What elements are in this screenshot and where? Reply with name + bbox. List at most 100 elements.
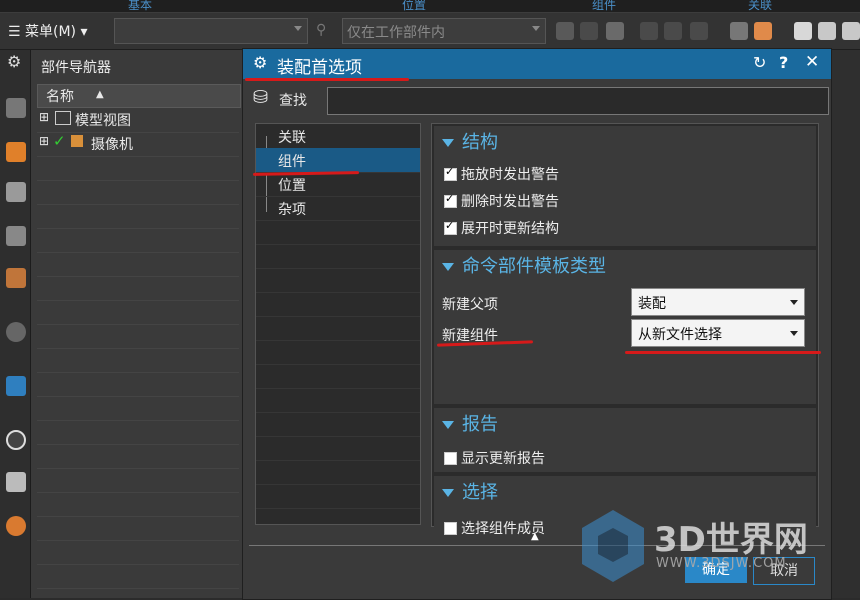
name-column-label: 名称: [46, 89, 74, 105]
process-tools-icon[interactable]: [6, 472, 26, 492]
chevron-down-icon: [790, 331, 798, 336]
tree-row-empty: [256, 316, 420, 341]
checkmark-icon: ✓: [53, 132, 66, 150]
gear-icon[interactable]: ⚙: [7, 52, 21, 71]
new-component-select[interactable]: 从新文件选择: [631, 319, 805, 347]
scope-filter-value: 仅在工作部件内: [347, 25, 445, 41]
tree-row-empty: [37, 492, 239, 517]
tree-row-model-views[interactable]: ⊞ 模型视图: [37, 108, 239, 133]
cube-logo-icon: [582, 510, 644, 582]
grid-icon[interactable]: [842, 22, 860, 40]
help-icon[interactable]: ?: [779, 53, 788, 72]
tree-item-label: 位置: [278, 178, 306, 194]
tree-row-empty: [256, 388, 420, 413]
collapse-up-icon[interactable]: ▲: [531, 531, 539, 542]
scope-filter-combo[interactable]: 仅在工作部件内: [342, 18, 546, 44]
chevron-down-icon: [790, 300, 798, 305]
expand-plus-icon[interactable]: ⊞: [39, 110, 49, 124]
collapse-triangle-icon: [442, 421, 454, 429]
tree-row-empty: [256, 436, 420, 461]
menu-label: 菜单(M): [25, 24, 77, 40]
web-browser-icon[interactable]: [6, 322, 26, 342]
collapse-triangle-icon: [442, 489, 454, 497]
tree-row-empty: [37, 372, 239, 397]
tree-item-association[interactable]: 关联: [256, 124, 420, 149]
reset-icon[interactable]: ↻: [753, 53, 766, 72]
watermark-brand: 3D世界网: [654, 520, 808, 560]
colored-cube-icon[interactable]: [754, 22, 772, 40]
report-section: 报告 显示更新报告: [434, 408, 816, 472]
new-parent-select[interactable]: 装配: [631, 288, 805, 316]
hamburger-icon: ☰: [8, 24, 26, 40]
options-pane: 结构 拖放时发出警告 删除时发出警告 展开时更新结构 命令部件模板类型 新建父项…: [431, 123, 819, 548]
view-window-icon[interactable]: [794, 22, 812, 40]
menu-button[interactable]: ☰ 菜单(M) ▾: [8, 21, 88, 41]
tree-item-misc[interactable]: 杂项: [256, 196, 420, 221]
tree-item-label: 杂项: [278, 202, 306, 218]
report-section-title: 报告: [462, 414, 498, 435]
point-icon[interactable]: [690, 22, 708, 40]
structure-section-header[interactable]: 结构: [442, 128, 498, 154]
part-navigator-icon[interactable]: [6, 182, 26, 202]
close-icon[interactable]: ✕: [805, 52, 819, 72]
gear-icon: ⚙: [253, 53, 268, 72]
expand-plus-icon[interactable]: ⊞: [39, 134, 49, 148]
reuse-library-icon[interactable]: [6, 226, 26, 246]
part-navigator-panel: 部件导航器 名称 ▲ ⊞ 模型视图 ⊞ ✓ 摄像机: [31, 50, 245, 598]
constraint-navigator-icon[interactable]: [6, 142, 26, 162]
selection-section-header[interactable]: 选择: [442, 478, 498, 504]
roles-icon[interactable]: [6, 516, 26, 536]
intersect-icon[interactable]: [664, 22, 682, 40]
tree-row-empty: [256, 220, 420, 245]
show-update-report-label: 显示更新报告: [461, 451, 545, 467]
update-on-expand-checkbox[interactable]: [444, 219, 457, 235]
tree-row-empty: [256, 244, 420, 269]
faces-icon[interactable]: [580, 22, 598, 40]
collapse-triangle-icon: [442, 263, 454, 271]
ribbon-group-association: 关联: [748, 0, 773, 12]
warn-on-drag-checkbox[interactable]: [444, 165, 457, 181]
tree-row-empty: [37, 324, 239, 349]
new-parent-value: 装配: [638, 296, 666, 312]
warn-on-drag-label: 拖放时发出警告: [461, 167, 559, 183]
snap-icon[interactable]: [640, 22, 658, 40]
tree-row-empty: [37, 468, 239, 493]
assembly-navigator-icon[interactable]: [6, 98, 26, 118]
search-input[interactable]: [327, 87, 829, 115]
history-clock-icon[interactable]: [6, 430, 26, 450]
sort-ascending-icon: ▲: [96, 89, 104, 100]
tree-row-empty: [37, 180, 239, 205]
report-section-header[interactable]: 报告: [442, 410, 498, 436]
component-select-icon[interactable]: [556, 22, 574, 40]
category-tree: 关联 组件 位置 杂项: [255, 123, 421, 525]
type-filter-combo[interactable]: [114, 18, 308, 44]
dialog-title-bar[interactable]: ⚙ 装配首选项 ↻ ? ✕: [243, 49, 831, 79]
title-underline-annotation: [245, 78, 409, 81]
show-update-report-checkbox[interactable]: [444, 452, 457, 465]
structure-section-title: 结构: [462, 132, 498, 153]
name-column-header[interactable]: 名称 ▲: [37, 84, 241, 108]
tree-row-empty: [256, 460, 420, 485]
ribbon-group-component: 组件: [592, 0, 617, 12]
filter-icon[interactable]: ⚲: [316, 22, 326, 38]
layout-icon[interactable]: [818, 22, 836, 40]
tree-row-empty: [37, 252, 239, 277]
palette-icon[interactable]: [6, 376, 26, 396]
watermark-url: WWW.3DSJW.COM: [656, 556, 787, 571]
filter-pick-icon[interactable]: [606, 22, 624, 40]
tree-row-empty: [256, 412, 420, 437]
tree-item-position[interactable]: 位置: [256, 172, 420, 197]
select-component-members-checkbox[interactable]: [444, 522, 457, 535]
template-type-section-header[interactable]: 命令部件模板类型: [442, 252, 606, 278]
watermark-logo: [578, 506, 648, 586]
solid-cube-icon[interactable]: [730, 22, 748, 40]
hd3d-tools-icon[interactable]: [6, 268, 26, 288]
tree-row-cameras[interactable]: ⊞ ✓ 摄像机: [37, 132, 239, 157]
main-toolbar: ☰ 菜单(M) ▾ ⚲ 仅在工作部件内: [0, 13, 860, 50]
warn-on-delete-checkbox[interactable]: [444, 192, 457, 208]
graphics-window-edge: [830, 50, 860, 598]
tree-item-components[interactable]: 组件: [256, 148, 420, 173]
new-parent-label: 新建父项: [442, 297, 498, 313]
chevron-down-icon: [294, 26, 302, 31]
resource-bar: ⚙: [0, 50, 31, 598]
